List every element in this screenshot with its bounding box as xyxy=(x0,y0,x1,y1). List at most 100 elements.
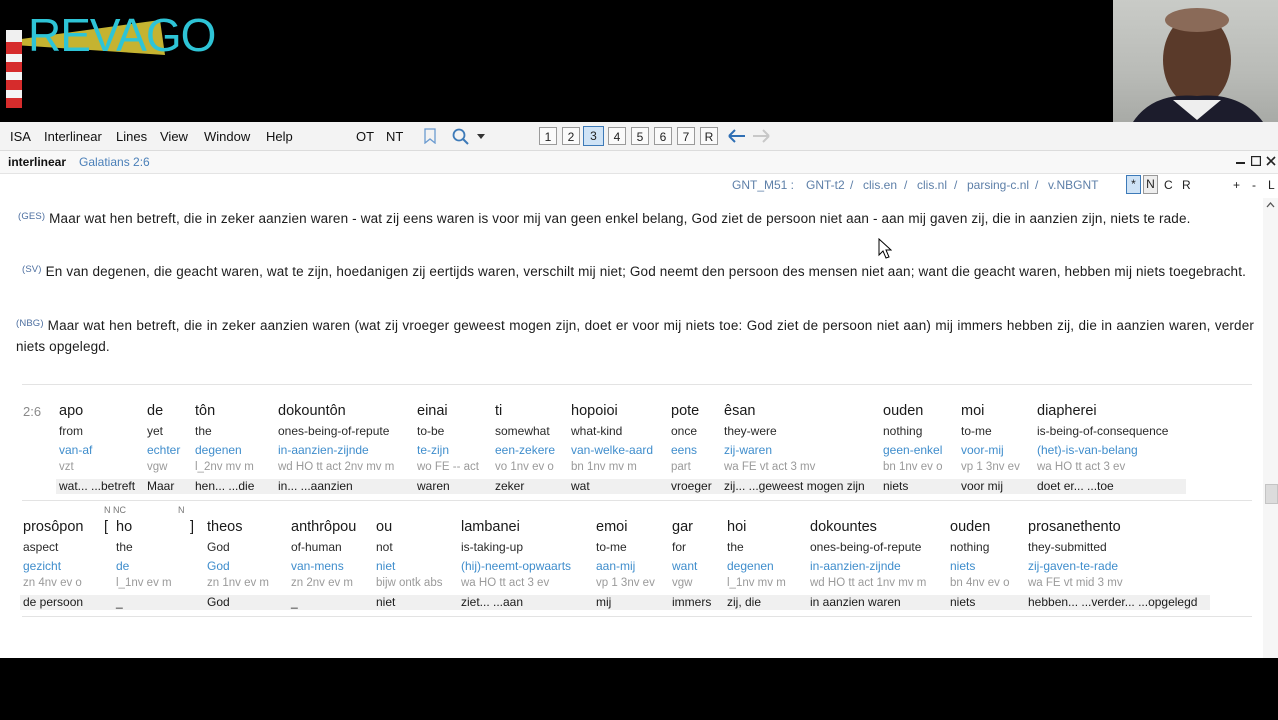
source-clis-nl[interactable]: clis.nl xyxy=(917,178,947,192)
greek-word[interactable]: ti xyxy=(495,403,502,419)
greek-word[interactable]: anthrôpou xyxy=(291,519,356,535)
verse-tag[interactable]: (NBG) xyxy=(16,318,44,329)
page-button-6[interactable]: 6 xyxy=(654,127,672,145)
page-button-r[interactable]: R xyxy=(700,127,718,145)
verse-number[interactable]: 2:6 xyxy=(23,404,41,419)
menu-lines[interactable]: Lines xyxy=(116,129,147,144)
menu-interlinear[interactable]: Interlinear xyxy=(44,129,102,144)
translation-word: ziet... ...aan xyxy=(461,595,524,609)
parsing-code: l_2nv mv m xyxy=(195,461,254,473)
layout-button[interactable]: L xyxy=(1268,178,1275,192)
greek-word[interactable]: de xyxy=(147,403,163,419)
greek-word[interactable]: hoi xyxy=(727,519,746,535)
greek-word[interactable]: [ xyxy=(104,519,108,535)
greek-word[interactable]: prosôpon xyxy=(23,519,83,535)
scrollbar-thumb[interactable] xyxy=(1265,484,1278,504)
greek-word[interactable]: emoi xyxy=(596,519,627,535)
english-gloss: to-be xyxy=(417,424,445,438)
english-gloss: not xyxy=(376,540,393,554)
bookmark-icon[interactable] xyxy=(424,128,436,144)
translation-word: immers xyxy=(672,595,712,609)
close-icon[interactable] xyxy=(1266,156,1276,166)
note-marker: N NC xyxy=(104,505,126,515)
translation-word: mij xyxy=(596,595,612,609)
greek-word[interactable]: dokountôn xyxy=(278,403,346,419)
greek-word[interactable]: ] xyxy=(190,519,194,535)
greek-word[interactable]: prosanethento xyxy=(1028,519,1121,535)
greek-word[interactable]: pote xyxy=(671,403,699,419)
dutch-gloss: (het)-is-van-belang xyxy=(1037,443,1138,457)
greek-word[interactable]: lambanei xyxy=(461,519,520,535)
translation-word: wat xyxy=(571,479,590,493)
greek-word[interactable]: theos xyxy=(207,519,242,535)
page-button-2[interactable]: 2 xyxy=(562,127,580,145)
menu-help[interactable]: Help xyxy=(266,129,293,144)
english-gloss: once xyxy=(671,424,698,438)
english-gloss: aspect xyxy=(23,540,59,554)
greek-word[interactable]: gar xyxy=(672,519,693,535)
scroll-up-icon[interactable] xyxy=(1266,202,1275,208)
menu-window[interactable]: Window xyxy=(204,129,250,144)
greek-word[interactable]: ho xyxy=(116,519,132,535)
dutch-gloss: te-zijn xyxy=(417,443,450,457)
verse-tag[interactable]: (GES) xyxy=(18,211,45,222)
page-button-5[interactable]: 5 xyxy=(631,127,649,145)
english-gloss: nothing xyxy=(950,540,990,554)
toggle-r[interactable]: R xyxy=(1182,178,1191,192)
greek-word[interactable]: einai xyxy=(417,403,448,419)
greek-word[interactable]: dokountes xyxy=(810,519,877,535)
source-separator: / xyxy=(850,178,854,192)
minimize-icon[interactable] xyxy=(1236,162,1245,165)
greek-word[interactable]: ouden xyxy=(883,403,923,419)
english-gloss: they-were xyxy=(724,424,777,438)
greek-word[interactable]: ou xyxy=(376,519,392,535)
menu-view[interactable]: View xyxy=(160,129,188,144)
source-parsing-c-nl[interactable]: parsing-c.nl xyxy=(967,178,1029,192)
zoom-in-button[interactable]: + xyxy=(1233,178,1240,192)
dutch-gloss: (hij)-neemt-opwaarts xyxy=(461,559,572,573)
greek-word[interactable]: ouden xyxy=(950,519,990,535)
zoom-out-button[interactable]: - xyxy=(1252,178,1256,192)
greek-word[interactable]: tôn xyxy=(195,403,215,419)
english-gloss: yet xyxy=(147,424,164,438)
english-gloss: from xyxy=(59,424,83,438)
page-button-1[interactable]: 1 xyxy=(539,127,557,145)
parsing-code: vgw xyxy=(147,461,168,473)
page-button-4[interactable]: 4 xyxy=(608,127,626,145)
greek-word[interactable]: êsan xyxy=(724,403,755,419)
toggle-n[interactable]: N xyxy=(1143,175,1158,194)
nt-button[interactable]: NT xyxy=(386,129,403,144)
greek-word[interactable]: diapherei xyxy=(1037,403,1097,419)
source-gnt-t2[interactable]: GNT-t2 xyxy=(806,178,845,192)
chevron-down-icon[interactable] xyxy=(477,134,485,140)
source-separator: / xyxy=(954,178,958,192)
page-button-3[interactable]: 3 xyxy=(583,126,604,146)
source-clis-en[interactable]: clis.en xyxy=(863,178,897,192)
toggle-star[interactable]: * xyxy=(1126,175,1141,194)
greek-word[interactable]: hopoioi xyxy=(571,403,618,419)
panel-reference[interactable]: Galatians 2:6 xyxy=(79,155,150,169)
maximize-icon[interactable] xyxy=(1251,156,1261,166)
vertical-scrollbar[interactable] xyxy=(1263,198,1278,658)
page-button-7[interactable]: 7 xyxy=(677,127,695,145)
forward-arrow-icon[interactable] xyxy=(752,129,770,143)
source-gnt-m51[interactable]: GNT_M51 : xyxy=(732,178,794,192)
verse-nbg: (NBG) Maar wat hen betreft, die in zeker … xyxy=(16,316,1254,356)
dutch-gloss: een-zekere xyxy=(495,443,556,457)
verse-tag[interactable]: (SV) xyxy=(22,264,42,275)
menu-isa[interactable]: ISA xyxy=(10,129,31,144)
toggle-c[interactable]: C xyxy=(1164,178,1173,192)
english-gloss: they-submitted xyxy=(1028,540,1107,554)
ot-button[interactable]: OT xyxy=(356,129,374,144)
dutch-gloss: echter xyxy=(147,443,181,457)
back-arrow-icon[interactable] xyxy=(728,129,746,143)
dutch-gloss: degenen xyxy=(195,443,242,457)
parsing-code: wd HO tt act 1nv mv m xyxy=(810,577,927,589)
search-icon[interactable] xyxy=(452,128,470,146)
greek-word[interactable]: apo xyxy=(59,403,83,419)
verse-sv: (SV) En van degenen, die geacht waren, wa… xyxy=(22,262,1254,283)
greek-word[interactable]: moi xyxy=(961,403,984,419)
parsing-code: wd HO tt act 2nv mv m xyxy=(278,461,395,473)
translation-word: _ xyxy=(116,595,123,609)
source-v-nbgnt[interactable]: v.NBGNT xyxy=(1048,178,1098,192)
